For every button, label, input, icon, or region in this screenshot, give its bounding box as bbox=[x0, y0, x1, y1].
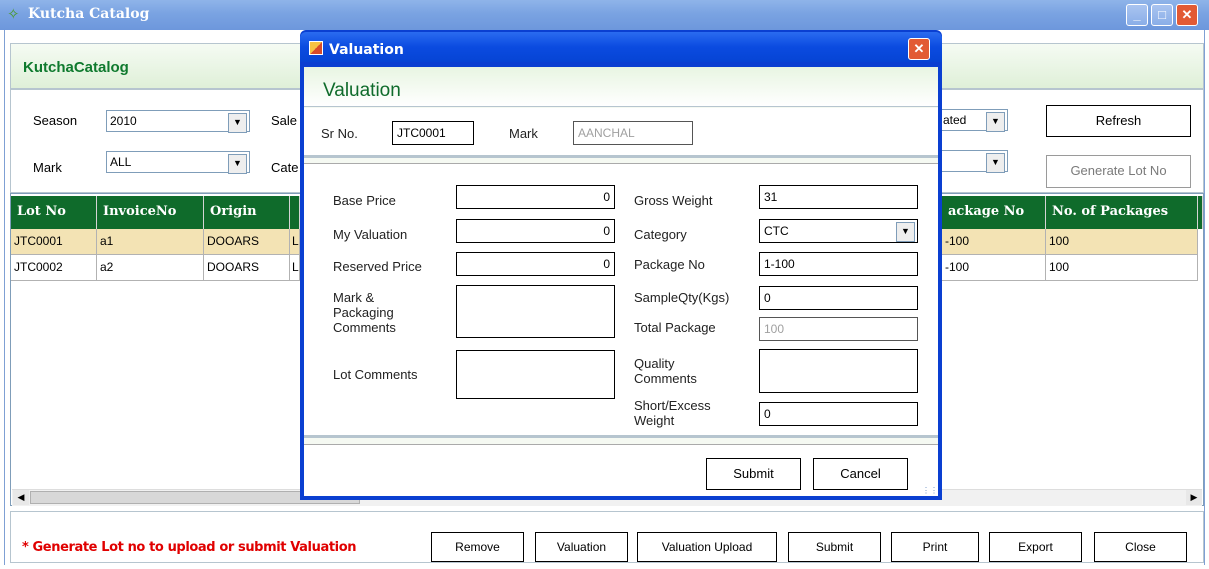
cell-invoice-no[interactable]: a1 bbox=[97, 229, 204, 255]
reserved-price-input[interactable]: 0 bbox=[456, 252, 615, 276]
category-select[interactable]: CTC ▼ bbox=[759, 219, 918, 243]
quality-comments-label: Quality Comments bbox=[634, 356, 697, 386]
dialog-submit-button[interactable]: Submit bbox=[706, 458, 801, 490]
valuation-button[interactable]: Valuation bbox=[535, 532, 628, 562]
base-price-input[interactable]: 0 bbox=[456, 185, 615, 209]
chevron-down-icon[interactable]: ▼ bbox=[986, 153, 1005, 173]
warning-text: * Generate Lot no to upload or submit Va… bbox=[22, 540, 357, 555]
column-header-lot-no[interactable]: Lot No bbox=[11, 196, 97, 229]
quality-comments-label-line1: Quality bbox=[634, 356, 675, 371]
sample-qty-label: SampleQty(Kgs) bbox=[634, 290, 730, 305]
chevron-down-icon[interactable]: ▼ bbox=[986, 112, 1005, 132]
package-no-label: Package No bbox=[634, 257, 705, 272]
short-excess-input[interactable]: 0 bbox=[759, 402, 918, 426]
mark-packaging-label: Mark & Packaging Comments bbox=[333, 290, 396, 335]
short-excess-label: Short/Excess Weight bbox=[634, 398, 711, 428]
total-package-field[interactable]: 100 bbox=[759, 317, 918, 341]
category-select[interactable]: ▼ bbox=[940, 150, 1008, 173]
chevron-down-icon[interactable]: ▼ bbox=[896, 222, 915, 242]
sr-no-field[interactable]: JTC0001 bbox=[392, 121, 474, 145]
short-excess-label-line1: Short/Excess bbox=[634, 398, 711, 413]
close-button[interactable]: Close bbox=[1094, 532, 1187, 562]
column-header-extra[interactable] bbox=[1198, 196, 1203, 229]
cell-lot-no[interactable]: JTC0001 bbox=[11, 229, 97, 255]
cell-lot-no[interactable]: JTC0002 bbox=[11, 255, 97, 281]
category-field-label: Category bbox=[634, 227, 687, 242]
submit-button[interactable]: Submit bbox=[788, 532, 881, 562]
my-valuation-label: My Valuation bbox=[333, 227, 408, 242]
cell-no-of-packages[interactable]: 100 bbox=[1046, 255, 1198, 281]
close-icon[interactable]: ✕ bbox=[908, 38, 930, 60]
category-label: Cate bbox=[271, 160, 299, 175]
total-package-label: Total Package bbox=[634, 320, 716, 335]
season-value: 2010 bbox=[110, 114, 137, 128]
sample-qty-input[interactable]: 0 bbox=[759, 286, 918, 310]
cell-package-no[interactable]: -100 bbox=[942, 255, 1046, 281]
print-button[interactable]: Print bbox=[891, 532, 979, 562]
column-header-no-of-packages[interactable]: No. of Packages bbox=[1046, 196, 1198, 229]
season-select[interactable]: 2010 ▼ bbox=[106, 110, 250, 133]
my-valuation-input[interactable]: 0 bbox=[456, 219, 615, 243]
mark-packaging-label-line3: Comments bbox=[333, 320, 396, 335]
cell-origin[interactable]: DOOARS bbox=[204, 255, 290, 281]
status-value: ated bbox=[943, 113, 967, 127]
column-header-package-no[interactable]: ackage No bbox=[942, 196, 1046, 229]
generate-lot-button[interactable]: Generate Lot No bbox=[1046, 155, 1191, 188]
mark-label: Mark bbox=[33, 160, 62, 175]
package-no-input[interactable]: 1-100 bbox=[759, 252, 918, 276]
short-excess-label-line2: Weight bbox=[634, 413, 675, 428]
minimize-button[interactable]: _ bbox=[1126, 4, 1148, 26]
mark-select[interactable]: ALL ▼ bbox=[106, 151, 250, 174]
column-header-invoice-no[interactable]: InvoiceNo bbox=[97, 196, 204, 229]
mark-field[interactable]: AANCHAL bbox=[573, 121, 693, 145]
window-title: Kutcha Catalog bbox=[28, 6, 150, 22]
quality-comments-input[interactable] bbox=[759, 349, 918, 393]
cell-col4[interactable]: L bbox=[290, 255, 300, 281]
status-select[interactable]: ated ▼ bbox=[940, 109, 1008, 132]
app-icon: ✧ bbox=[7, 6, 20, 23]
lot-comments-input[interactable] bbox=[456, 350, 615, 399]
quality-comments-label-line2: Comments bbox=[634, 371, 697, 386]
cell-col4[interactable]: L bbox=[290, 229, 300, 255]
scroll-left-icon[interactable]: ◀ bbox=[13, 490, 29, 505]
mark-value: ALL bbox=[110, 155, 132, 169]
dialog-title: Valuation bbox=[329, 42, 404, 58]
maximize-button[interactable]: □ bbox=[1151, 4, 1173, 26]
remove-button[interactable]: Remove bbox=[431, 532, 524, 562]
mark-field-label: Mark bbox=[509, 126, 538, 141]
sale-label: Sale bbox=[271, 113, 298, 128]
cell-origin[interactable]: DOOARS bbox=[204, 229, 290, 255]
scroll-right-icon[interactable]: ▶ bbox=[1186, 490, 1202, 505]
main-titlebar bbox=[0, 0, 1209, 30]
page-title: KutchaCatalog bbox=[23, 59, 129, 76]
refresh-button[interactable]: Refresh bbox=[1046, 105, 1191, 137]
cell-no-of-packages[interactable]: 100 bbox=[1046, 229, 1198, 255]
mark-packaging-label-line2: Packaging bbox=[333, 305, 394, 320]
cell-package-no[interactable]: -100 bbox=[942, 229, 1046, 255]
valuation-upload-button[interactable]: Valuation Upload bbox=[637, 532, 777, 562]
export-button[interactable]: Export bbox=[989, 532, 1082, 562]
cell-invoice-no[interactable]: a2 bbox=[97, 255, 204, 281]
column-header-origin[interactable]: Origin bbox=[204, 196, 290, 229]
dialog-heading: Valuation bbox=[323, 80, 401, 101]
sr-no-label: Sr No. bbox=[321, 126, 358, 141]
lot-comments-label: Lot Comments bbox=[333, 367, 418, 382]
close-window-button[interactable]: ✕ bbox=[1176, 4, 1198, 26]
dialog-cancel-button[interactable]: Cancel bbox=[813, 458, 908, 490]
gross-weight-input[interactable]: 31 bbox=[759, 185, 918, 209]
gross-weight-label: Gross Weight bbox=[634, 193, 713, 208]
mark-packaging-comments-input[interactable] bbox=[456, 285, 615, 338]
dialog-icon bbox=[309, 41, 323, 55]
season-label: Season bbox=[33, 113, 78, 128]
column-header-col4[interactable] bbox=[290, 196, 300, 229]
mark-packaging-label-line1: Mark & bbox=[333, 290, 375, 305]
category-value: CTC bbox=[764, 224, 789, 238]
base-price-label: Base Price bbox=[333, 193, 396, 208]
chevron-down-icon[interactable]: ▼ bbox=[228, 113, 247, 133]
reserved-price-label: Reserved Price bbox=[333, 259, 422, 274]
resize-grip-icon[interactable]: ⋮⋮ bbox=[922, 487, 938, 495]
chevron-down-icon[interactable]: ▼ bbox=[228, 154, 247, 174]
